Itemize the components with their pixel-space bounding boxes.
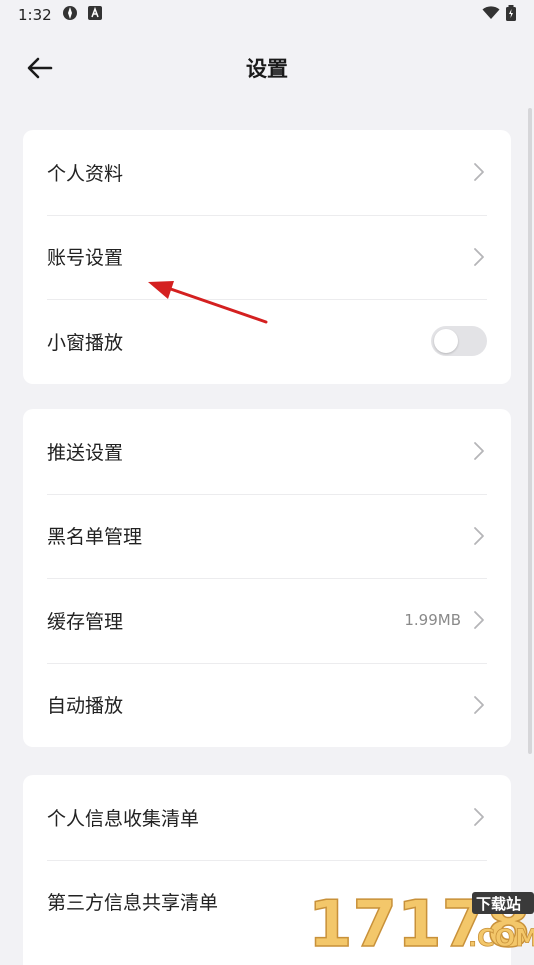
chevron-right-icon [473, 610, 487, 630]
status-left: 1:32 [18, 5, 102, 25]
settings-item-third-party-sharing[interactable]: 第三方信息共享清单 [23, 859, 511, 945]
app-a-icon [87, 6, 102, 24]
settings-item-label: 个人资料 [47, 162, 124, 185]
chevron-right-icon [473, 807, 487, 827]
back-arrow-icon [27, 57, 53, 79]
settings-item-cache[interactable]: 缓存管理 1.99MB [23, 578, 511, 663]
chevron-right-icon [473, 695, 487, 715]
settings-item-label: 缓存管理 [47, 610, 124, 633]
page-title: 设置 [246, 57, 288, 81]
settings-item-label: 自动播放 [47, 695, 124, 718]
settings-item-label: 推送设置 [47, 441, 124, 464]
sync-icon [62, 5, 78, 25]
status-bar: 1:32 [0, 0, 534, 30]
settings-item-label: 黑名单管理 [47, 526, 143, 549]
wifi-icon [482, 6, 500, 24]
chevron-right-icon [473, 892, 487, 912]
settings-item-autoplay[interactable]: 自动播放 [23, 662, 511, 748]
status-right [482, 5, 516, 25]
settings-group-account: 个人资料 账号设置 小窗播放 [23, 130, 511, 384]
settings-item-label: 第三方信息共享清单 [47, 892, 219, 915]
settings-item-mini-window: 小窗播放 [23, 299, 511, 384]
status-time: 1:32 [18, 6, 52, 24]
toggle-knob [434, 329, 458, 354]
chevron-right-icon [473, 441, 487, 461]
chevron-right-icon [473, 247, 487, 267]
settings-item-account[interactable]: 账号设置 [23, 214, 511, 300]
settings-item-label: 账号设置 [47, 247, 124, 270]
cache-size-value: 1.99MB [404, 611, 461, 630]
settings-item-profile[interactable]: 个人资料 [23, 130, 511, 215]
settings-item-info-collection[interactable]: 个人信息收集清单 [23, 775, 511, 860]
settings-item-push[interactable]: 推送设置 [23, 409, 511, 494]
mini-window-toggle[interactable] [431, 326, 487, 357]
settings-item-label: 小窗播放 [47, 331, 124, 354]
scrollbar[interactable] [528, 108, 532, 754]
battery-icon [506, 5, 516, 25]
chevron-right-icon [473, 162, 487, 182]
settings-item-blacklist[interactable]: 黑名单管理 [23, 493, 511, 579]
header: 设置 [0, 40, 534, 96]
back-button[interactable] [22, 50, 58, 86]
settings-group-general: 推送设置 黑名单管理 缓存管理 1.99MB 自动播放 [23, 409, 511, 747]
settings-item-label: 个人信息收集清单 [47, 807, 200, 830]
chevron-right-icon [473, 526, 487, 546]
settings-group-privacy: 个人信息收集清单 第三方信息共享清单 [23, 775, 511, 965]
